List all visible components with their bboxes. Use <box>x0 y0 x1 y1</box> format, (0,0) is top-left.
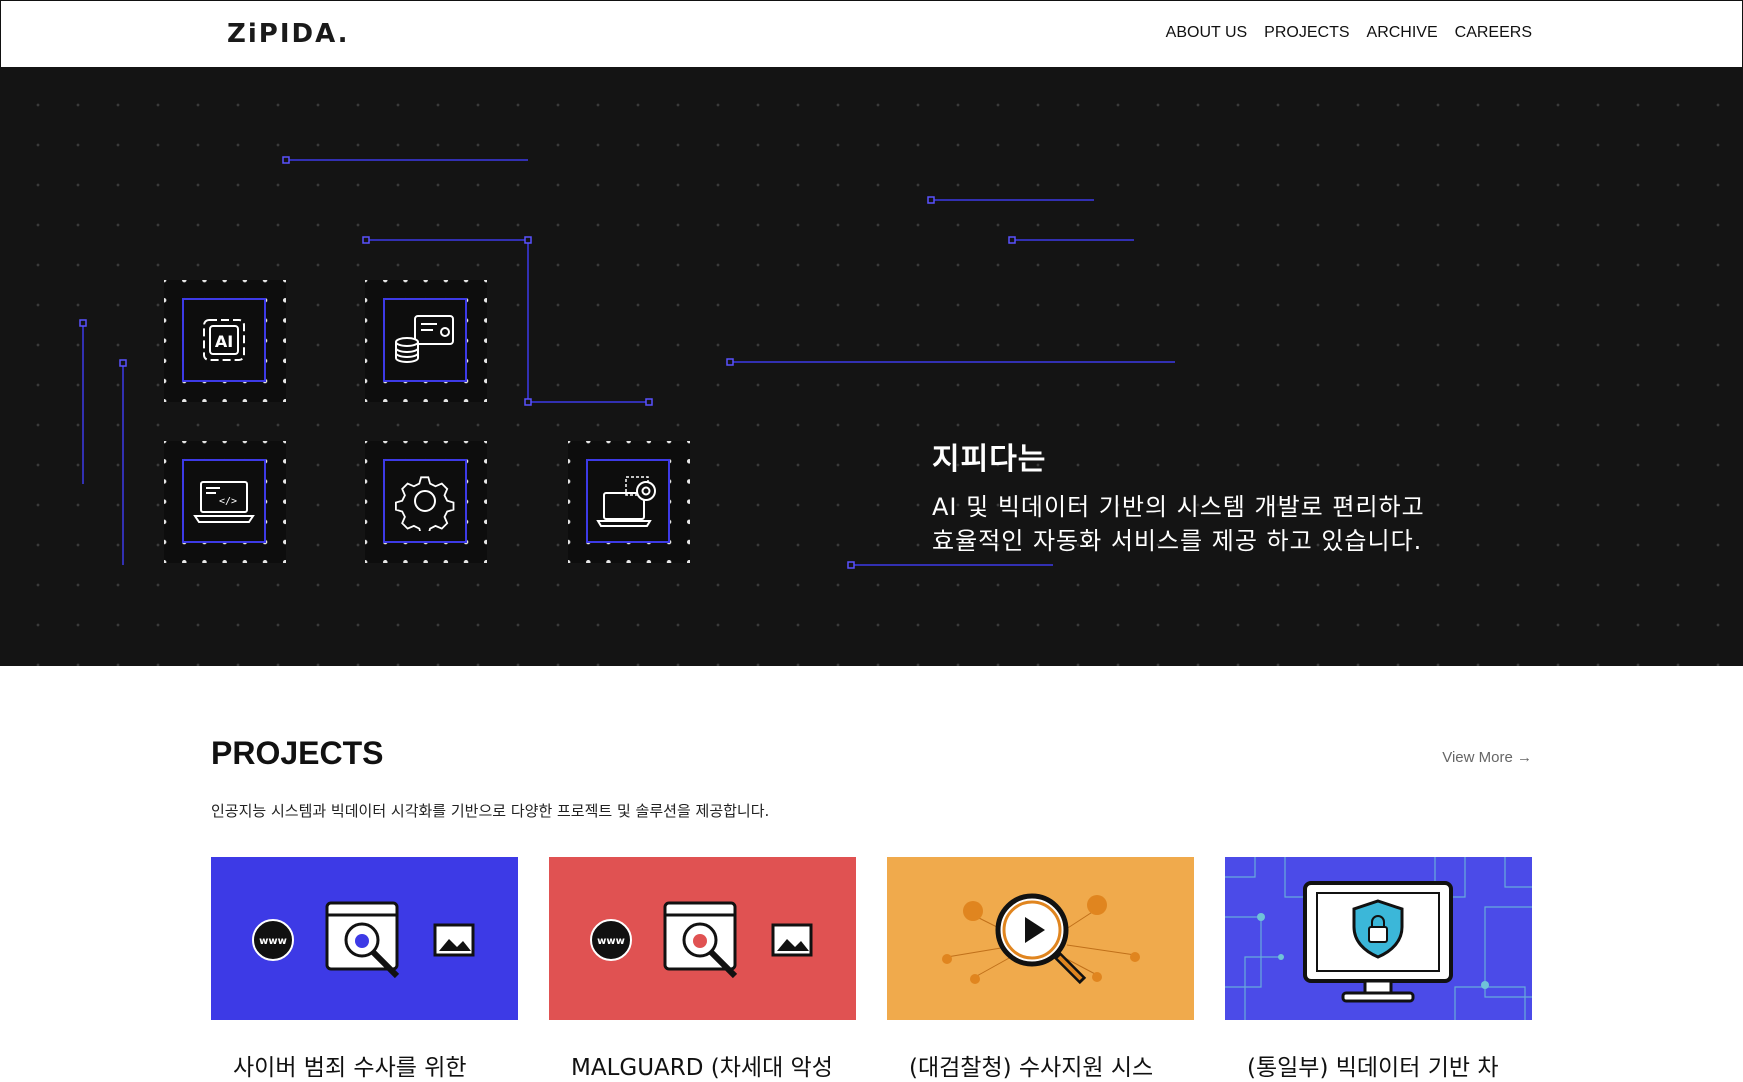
project-card[interactable]: (통일부) 빅데이터 기반 차 <box>1225 857 1532 1082</box>
video-search-icon <box>942 893 1140 985</box>
project-thumbnail <box>1225 857 1532 1020</box>
web-search-malware-icon: www <box>590 901 813 979</box>
hero-section: AI </> 지피다는 AI 및 빅데이터 기반의 시스템 개발로 편리하고 효… <box>0 67 1743 666</box>
logo[interactable]: ZiPIDA. <box>227 19 350 49</box>
monitor-lock-icon <box>1225 857 1532 1020</box>
laptop-settings-icon <box>596 476 656 527</box>
web-search-malware-icon: www <box>252 901 475 979</box>
nav-projects[interactable]: PROJECTS <box>1264 24 1349 42</box>
hero-text-block: 지피다는 AI 및 빅데이터 기반의 시스템 개발로 편리하고 효율적인 자동화… <box>932 434 1425 558</box>
project-title: (통일부) 빅데이터 기반 차 <box>1247 1055 1499 1081</box>
nav-careers[interactable]: CAREERS <box>1455 24 1532 42</box>
laptop-code-tile: </> <box>164 441 286 563</box>
hero-title: 지피다는 <box>932 442 1047 477</box>
project-title: 사이버 범죄 수사를 위한 <box>233 1055 467 1081</box>
nav-archive[interactable]: ARCHIVE <box>1367 24 1438 42</box>
project-card[interactable]: www MALGUARD (차세대 악성 <box>549 857 856 1082</box>
laptop-settings-tile <box>568 441 690 563</box>
svg-text:www: www <box>259 936 287 947</box>
gear-tile <box>365 441 487 563</box>
project-card[interactable]: (대검찰청) 수사지원 시스 <box>887 857 1194 1082</box>
project-card[interactable]: www 사이버 범죄 수사를 위한 <box>211 857 518 1082</box>
project-thumbnail: www <box>549 857 856 1020</box>
main-nav: ABOUT US PROJECTS ARCHIVE CAREERS <box>1166 24 1532 42</box>
gear-icon <box>395 476 455 531</box>
svg-text:AI: AI <box>215 332 233 351</box>
projects-title: PROJECTS <box>211 735 384 771</box>
svg-text:www: www <box>597 936 625 947</box>
svg-text:</>: </> <box>219 496 237 507</box>
database-tile <box>365 280 487 402</box>
project-title: (대검찰청) 수사지원 시스 <box>909 1055 1154 1081</box>
ai-tile: AI <box>164 280 286 402</box>
projects-description: 인공지능 시스템과 빅데이터 시각화를 기반으로 다양한 프로젝트 및 솔루션을… <box>211 802 770 820</box>
hero-description: AI 및 빅데이터 기반의 시스템 개발로 편리하고 효율적인 자동화 서비스를… <box>932 493 1425 555</box>
project-thumbnail: www <box>211 857 518 1020</box>
project-thumbnail <box>887 857 1194 1020</box>
database-card-icon <box>395 315 454 363</box>
site-header: ZiPIDA. ABOUT US PROJECTS ARCHIVE CAREER… <box>0 0 1743 67</box>
laptop-code-icon: </> <box>193 481 255 523</box>
view-more-link[interactable]: View More → <box>1442 749 1532 766</box>
ai-chip-icon: AI <box>203 319 245 361</box>
nav-about-us[interactable]: ABOUT US <box>1166 24 1248 42</box>
project-title: MALGUARD (차세대 악성 <box>571 1055 833 1081</box>
